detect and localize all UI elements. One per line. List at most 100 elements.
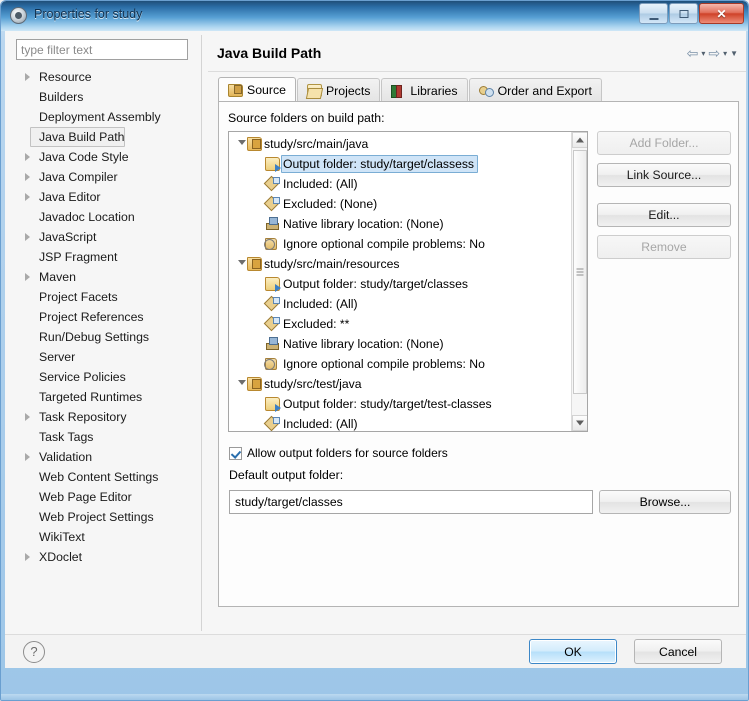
expand-chevron-icon[interactable]	[25, 233, 30, 241]
expand-chevron-icon[interactable]	[25, 73, 30, 81]
sidebar-item-validation[interactable]: Validation	[16, 447, 197, 467]
tree-row[interactable]: Native library location: (None)	[229, 214, 573, 234]
forward-icon[interactable]: ⇨	[708, 46, 720, 60]
source-folder-icon	[247, 257, 262, 271]
sidebar-item-resource[interactable]: Resource	[16, 67, 197, 87]
sidebar-item-label: Server	[39, 350, 76, 364]
source-folder-icon	[247, 377, 262, 391]
cancel-button[interactable]: Cancel	[634, 639, 722, 664]
link-source-button[interactable]: Link Source...	[597, 163, 731, 187]
cancel-button-label: Cancel	[659, 644, 697, 659]
tab-projects[interactable]: Projects	[296, 78, 381, 102]
minimize-button[interactable]	[639, 3, 668, 24]
tree-row[interactable]: Ignore optional compile problems: No	[229, 354, 573, 374]
sidebar-item-label: Maven	[39, 270, 76, 284]
tree-scrollbar[interactable]	[571, 132, 587, 431]
ok-button[interactable]: OK	[529, 639, 617, 664]
collapse-chevron-icon[interactable]	[238, 380, 246, 385]
sidebar-item-service-policies[interactable]: Service Policies	[16, 367, 197, 387]
maximize-button[interactable]	[669, 3, 698, 24]
tree-row[interactable]: Ignore optional compile problems: No	[229, 234, 573, 254]
default-output-folder-input[interactable]	[229, 490, 593, 514]
sidebar-item-targeted-runtimes[interactable]: Targeted Runtimes	[16, 387, 197, 407]
tree-row[interactable]: Native library location: (None)	[229, 334, 573, 354]
collapse-chevron-icon[interactable]	[238, 140, 246, 145]
sidebar-item-wikitext[interactable]: WikiText	[16, 527, 197, 547]
sidebar-item-jsp-fragment[interactable]: JSP Fragment	[16, 247, 197, 267]
sidebar-item-label: Web Project Settings	[39, 510, 154, 524]
tree-row[interactable]: Excluded: (None)	[229, 194, 573, 214]
tree-row[interactable]: Included: (All)	[229, 414, 573, 431]
sidebar-item-label: Web Content Settings	[39, 470, 159, 484]
panel-divider	[201, 35, 202, 631]
scrollbar-thumb[interactable]	[573, 150, 587, 394]
sidebar-item-project-references[interactable]: Project References	[16, 307, 197, 327]
sidebar-item-web-project-settings[interactable]: Web Project Settings	[16, 507, 197, 527]
sidebar-item-java-compiler[interactable]: Java Compiler	[16, 167, 197, 187]
edit-button[interactable]: Edit...	[597, 203, 731, 227]
source-tab-page: Source folders on build path: study/src/…	[218, 102, 739, 607]
tab-source[interactable]: Source	[218, 77, 296, 102]
expand-chevron-icon[interactable]	[25, 153, 30, 161]
sidebar-item-deployment-assembly[interactable]: Deployment Assembly	[16, 107, 197, 127]
settings-tree[interactable]: Resource Builders Deployment Assembly Java …	[16, 67, 197, 627]
tree-row[interactable]: study/src/main/resources	[229, 254, 573, 274]
sidebar-item-javascript[interactable]: JavaScript	[16, 227, 197, 247]
tree-row[interactable]: Included: (All)	[229, 294, 573, 314]
default-output-folder-label: Default output folder:	[229, 468, 344, 482]
tree-row[interactable]: Included: (All)	[229, 174, 573, 194]
tree-row[interactable]: Output folder: study/target/classess	[229, 154, 573, 174]
sidebar-item-java-editor[interactable]: Java Editor	[16, 187, 197, 207]
sidebar-item-server[interactable]: Server	[16, 347, 197, 367]
expand-chevron-icon[interactable]	[25, 273, 30, 281]
tab-libraries[interactable]: Libraries	[381, 78, 468, 102]
browse-button[interactable]: Browse...	[599, 490, 731, 514]
sidebar-item-web-content-settings[interactable]: Web Content Settings	[16, 467, 197, 487]
allow-output-folders-checkbox[interactable]	[229, 446, 242, 460]
forward-menu-chevron-icon[interactable]: ▾	[723, 49, 727, 58]
tab-order-and-export[interactable]: Order and Export	[468, 78, 602, 102]
tree-row-label: Native library location: (None)	[283, 217, 444, 231]
tree-row-label: Output folder: study/target/test-classes	[283, 397, 492, 411]
filter-input[interactable]	[16, 39, 188, 60]
collapse-chevron-icon[interactable]	[238, 260, 246, 265]
allow-output-folders-label: Allow output folders for source folders	[247, 446, 448, 460]
scroll-down-button[interactable]	[572, 415, 587, 431]
help-icon[interactable]: ?	[23, 641, 45, 663]
tree-caption: Source folders on build path:	[228, 111, 385, 125]
sidebar-item-label: Service Policies	[39, 370, 126, 384]
order-export-icon	[478, 84, 494, 97]
expand-chevron-icon[interactable]	[25, 193, 30, 201]
sidebar-item-project-facets[interactable]: Project Facets	[16, 287, 197, 307]
sidebar-item-run-debug-settings[interactable]: Run/Debug Settings	[16, 327, 197, 347]
close-button[interactable]: ✕	[699, 3, 744, 24]
tree-row[interactable]: Output folder: study/target/classes	[229, 274, 573, 294]
back-icon[interactable]: ⇦	[687, 46, 699, 60]
sidebar-item-javadoc-location[interactable]: Javadoc Location	[16, 207, 197, 227]
scroll-up-button[interactable]	[572, 132, 587, 148]
expand-chevron-icon[interactable]	[25, 173, 30, 181]
expand-chevron-icon[interactable]	[25, 553, 30, 561]
sidebar-item-maven[interactable]: Maven	[16, 267, 197, 287]
sidebar-item-xdoclet[interactable]: XDoclet	[16, 547, 197, 567]
back-menu-chevron-icon[interactable]: ▾	[701, 49, 705, 58]
sidebar-item-java-build-path[interactable]: Java Build Path	[30, 127, 126, 147]
tree-row[interactable]: Excluded: **	[229, 314, 573, 334]
sidebar-item-builders[interactable]: Builders	[16, 87, 197, 107]
window-controls: ✕	[638, 3, 744, 24]
sidebar-item-java-code-style[interactable]: Java Code Style	[16, 147, 197, 167]
view-menu-chevron-icon[interactable]: ▼	[730, 49, 738, 58]
sidebar-item-task-tags[interactable]: Task Tags	[16, 427, 197, 447]
expand-chevron-icon[interactable]	[25, 413, 30, 421]
tree-row[interactable]: study/src/test/java	[229, 374, 573, 394]
allow-output-folders-row[interactable]: Allow output folders for source folders	[229, 446, 448, 460]
header-divider	[208, 71, 746, 72]
tree-row[interactable]: study/src/main/java	[229, 134, 573, 154]
tab-label: Libraries	[410, 83, 458, 98]
expand-chevron-icon[interactable]	[25, 453, 30, 461]
sidebar-item-task-repository[interactable]: Task Repository	[16, 407, 197, 427]
sidebar-item-web-page-editor[interactable]: Web Page Editor	[16, 487, 197, 507]
tree-row[interactable]: Output folder: study/target/test-classes	[229, 394, 573, 414]
source-folders-tree[interactable]: study/src/main/java Output folder: study/…	[228, 131, 588, 432]
scrollbar-grip-icon	[576, 268, 584, 276]
